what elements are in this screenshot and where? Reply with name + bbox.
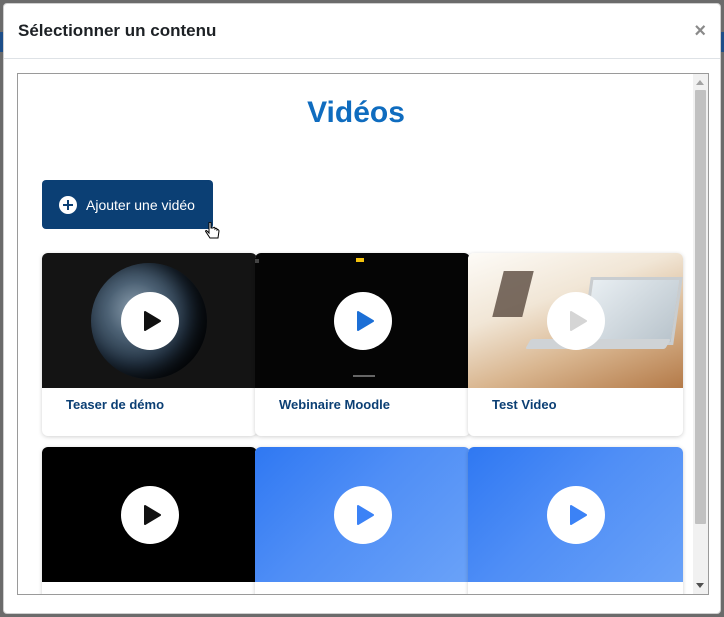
thumbnail-shape	[525, 339, 671, 349]
thumbnail-mark	[255, 259, 259, 263]
frame-content: Vidéos Ajouter une vidéo Teaser de démo	[18, 74, 694, 594]
video-title	[255, 582, 470, 594]
video-card[interactable]	[42, 447, 257, 594]
video-card[interactable]: Test Video	[468, 253, 683, 436]
play-icon[interactable]	[333, 485, 392, 544]
video-card[interactable]	[468, 447, 683, 594]
video-title: Webinaire Moodle	[279, 397, 390, 412]
plus-circle-icon	[59, 195, 77, 214]
thumbnail-shape	[492, 271, 534, 317]
video-thumbnail	[468, 447, 683, 582]
play-icon[interactable]	[333, 291, 392, 350]
content-frame: Vidéos Ajouter une vidéo Teaser de démo	[17, 73, 709, 595]
scroll-down-arrow-icon[interactable]	[696, 583, 704, 588]
video-card[interactable]: Webinaire Moodle	[255, 253, 470, 436]
content-selection-modal: Sélectionner un contenu × Vidéos Ajouter…	[3, 3, 721, 614]
modal-header: Sélectionner un contenu ×	[4, 4, 720, 59]
video-card[interactable]	[255, 447, 470, 594]
scrollbar-thumb[interactable]	[695, 90, 706, 524]
thumbnail-mark	[353, 375, 375, 377]
play-icon[interactable]	[546, 485, 605, 544]
modal-title: Sélectionner un contenu	[18, 21, 217, 40]
play-icon[interactable]	[546, 291, 605, 350]
video-title: Test Video	[492, 397, 557, 412]
page-title: Vidéos	[307, 96, 405, 129]
thumbnail-mark	[356, 258, 364, 262]
video-title	[468, 582, 683, 594]
video-thumbnail	[255, 253, 470, 388]
video-thumbnail	[42, 447, 257, 582]
video-thumbnail	[255, 447, 470, 582]
video-thumbnail	[42, 253, 257, 388]
add-video-button[interactable]: Ajouter une vidéo	[42, 180, 213, 229]
add-video-label: Ajouter une vidéo	[86, 196, 195, 213]
hand-cursor-icon	[205, 222, 220, 239]
play-icon[interactable]	[120, 291, 179, 350]
video-thumbnail	[468, 253, 683, 388]
vertical-scrollbar[interactable]	[693, 74, 708, 594]
scroll-up-arrow-icon[interactable]	[696, 80, 704, 85]
video-title	[42, 582, 257, 594]
close-icon[interactable]: ×	[694, 21, 706, 41]
play-icon[interactable]	[120, 485, 179, 544]
video-card[interactable]: Teaser de démo	[42, 253, 257, 436]
video-title: Teaser de démo	[66, 397, 165, 412]
